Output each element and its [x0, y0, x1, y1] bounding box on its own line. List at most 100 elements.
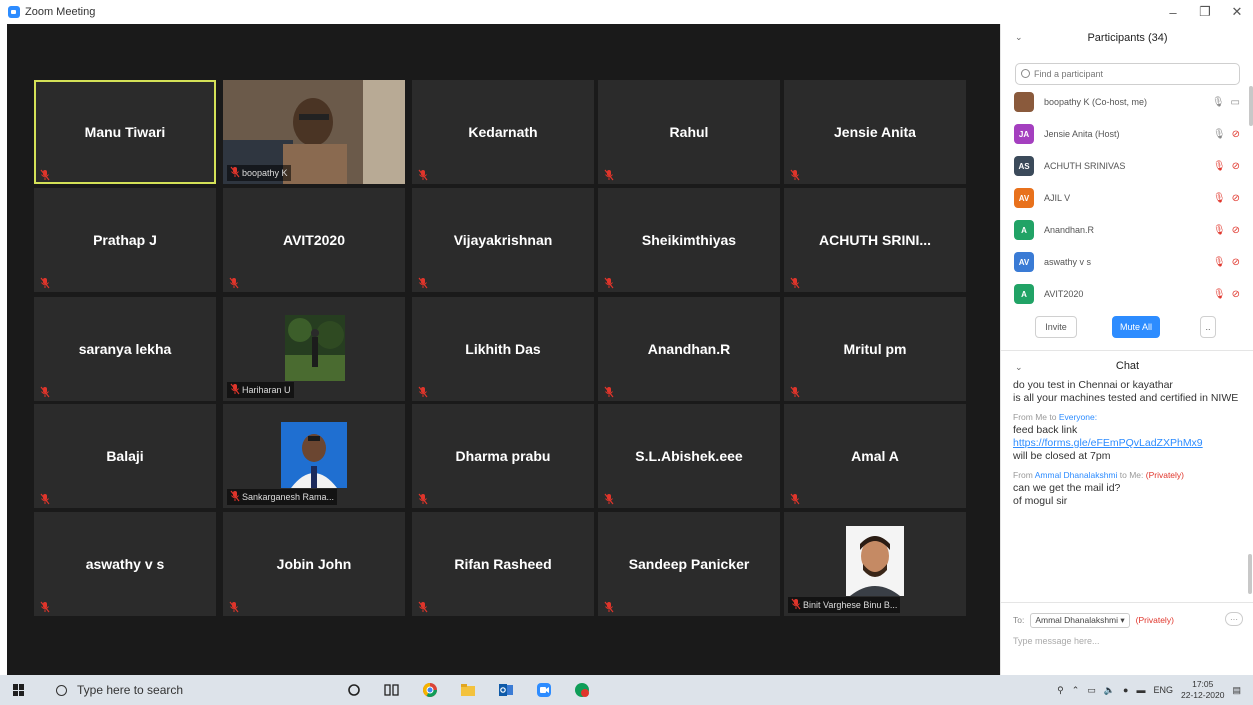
- collapse-participants-icon[interactable]: ⌄: [1015, 32, 1023, 43]
- participant-video-label: boopathy K: [227, 165, 291, 181]
- notifications-icon[interactable]: ▤: [1232, 685, 1241, 696]
- chat-header: ⌄ Chat: [1001, 360, 1253, 372]
- collapse-chat-icon[interactable]: ⌄: [1015, 362, 1023, 373]
- camera-icon[interactable]: ▭: [1231, 97, 1240, 108]
- taskbar-search[interactable]: Type here to search: [44, 675, 284, 705]
- microphone-icon[interactable]: 🎙︎: [1213, 257, 1226, 268]
- file-explorer-icon[interactable]: [449, 675, 487, 705]
- video-tile[interactable]: Kedarnath: [412, 80, 594, 184]
- camera-icon[interactable]: ⊘: [1232, 289, 1240, 300]
- find-participant-placeholder: Find a participant: [1034, 69, 1104, 79]
- participant-name: S.L.Abishek.eee: [635, 448, 743, 464]
- microphone-icon[interactable]: ●: [1123, 685, 1128, 695]
- video-tile[interactable]: Manu Tiwari: [34, 80, 216, 184]
- participant-row[interactable]: JA Jensie Anita (Host) 🎙︎ ⊘: [1001, 118, 1253, 150]
- outlook-icon[interactable]: [487, 675, 525, 705]
- participant-scrollbar[interactable]: [1249, 86, 1253, 126]
- video-tile[interactable]: boopathy K: [223, 80, 405, 184]
- windows-start-icon[interactable]: [13, 684, 25, 696]
- video-tile[interactable]: Sandeep Panicker: [598, 512, 780, 616]
- chat-scrollbar[interactable]: [1248, 554, 1252, 594]
- video-tile[interactable]: Mritul pm: [784, 297, 966, 401]
- chat-divider: [1001, 602, 1253, 603]
- microphone-icon[interactable]: 🎙︎: [1213, 225, 1226, 236]
- panel-divider: [1001, 350, 1253, 351]
- close-button[interactable]: ✕: [1221, 0, 1253, 24]
- volume-icon[interactable]: 🔈: [1104, 685, 1115, 696]
- video-tile[interactable]: Binit Varghese Binu B...: [784, 512, 966, 616]
- video-tile[interactable]: Dharma prabu: [412, 404, 594, 508]
- chat-recipient-row: To: Ammal Dhanalakshmi ▾ (Privately) ···: [1013, 612, 1243, 628]
- avatar: [1014, 92, 1034, 112]
- video-tile[interactable]: saranya lekha: [34, 297, 216, 401]
- participant-status-icons: 🎙︎ ⊘: [1213, 257, 1240, 268]
- video-tile[interactable]: Rahul: [598, 80, 780, 184]
- network-icon[interactable]: ▭: [1087, 685, 1096, 696]
- microphone-icon[interactable]: 🎙︎: [1213, 161, 1226, 172]
- video-tile[interactable]: aswathy v s: [34, 512, 216, 616]
- to-label: To:: [1013, 615, 1025, 625]
- microphone-icon[interactable]: 🎙︎: [1213, 129, 1226, 140]
- microphone-icon[interactable]: 🎙︎: [1213, 193, 1226, 204]
- mic-muted-icon: [604, 492, 614, 505]
- people-icon[interactable]: ⚲: [1057, 685, 1064, 696]
- app-notification-icon[interactable]: [563, 675, 601, 705]
- minimize-button[interactable]: –: [1157, 0, 1189, 24]
- mic-muted-icon: [229, 600, 239, 613]
- find-participant-input[interactable]: Find a participant: [1015, 63, 1240, 85]
- camera-icon[interactable]: ⊘: [1232, 257, 1240, 268]
- avatar: AS: [1014, 156, 1034, 176]
- chat-message: feed back link: [1013, 424, 1078, 436]
- video-tile[interactable]: Balaji: [34, 404, 216, 508]
- video-tile[interactable]: Anandhan.R: [598, 297, 780, 401]
- recipient-select[interactable]: Ammal Dhanalakshmi ▾: [1030, 612, 1130, 628]
- participant-row[interactable]: AV aswathy v s 🎙︎ ⊘: [1001, 246, 1253, 278]
- participant-name: Rifan Rasheed: [454, 556, 552, 572]
- microphone-icon[interactable]: 🎙︎: [1213, 289, 1226, 300]
- participant-row[interactable]: AV AJIL V 🎙︎ ⊘: [1001, 182, 1253, 214]
- camera-icon[interactable]: ⊘: [1232, 161, 1240, 172]
- mute-all-button[interactable]: Mute All: [1112, 316, 1160, 338]
- taskbar-clock[interactable]: 17:05 22-12-2020: [1181, 679, 1224, 701]
- invite-button[interactable]: Invite: [1035, 316, 1077, 338]
- mic-muted-icon: [604, 276, 614, 289]
- language-indicator[interactable]: ENG: [1153, 685, 1173, 695]
- video-tile[interactable]: S.L.Abishek.eee: [598, 404, 780, 508]
- task-view-icon[interactable]: [373, 675, 411, 705]
- mic-muted-icon: [40, 600, 50, 613]
- participant-row[interactable]: A Anandhan.R 🎙︎ ⊘: [1001, 214, 1253, 246]
- camera-icon[interactable]: ⊘: [1232, 129, 1240, 140]
- chat-message: is all your machines tested and certifie…: [1013, 392, 1239, 404]
- participant-row[interactable]: boopathy K (Co-host, me) 🎙︎ ▭: [1001, 86, 1253, 118]
- battery-icon[interactable]: ▬: [1136, 685, 1145, 695]
- chrome-icon[interactable]: [411, 675, 449, 705]
- participant-actions: Invite Mute All ..: [1001, 316, 1253, 340]
- video-tile[interactable]: Rifan Rasheed: [412, 512, 594, 616]
- participant-row[interactable]: AS ACHUTH SRINIVAS 🎙︎ ⊘: [1001, 150, 1253, 182]
- video-tile[interactable]: Sheikimthiyas: [598, 188, 780, 292]
- show-hidden-icons[interactable]: ⌃: [1072, 685, 1080, 696]
- chat-more-button[interactable]: ···: [1225, 612, 1243, 626]
- chat-link[interactable]: https://forms.gle/eFEmPQvLadZXPhMx9: [1013, 437, 1241, 450]
- video-tile[interactable]: Jensie Anita: [784, 80, 966, 184]
- video-tile[interactable]: Jobin John: [223, 512, 405, 616]
- camera-icon[interactable]: ⊘: [1232, 193, 1240, 204]
- camera-icon[interactable]: ⊘: [1232, 225, 1240, 236]
- video-tile[interactable]: Amal A: [784, 404, 966, 508]
- video-tile[interactable]: Prathap J: [34, 188, 216, 292]
- video-tile[interactable]: Hariharan U: [223, 297, 405, 401]
- participant-row[interactable]: A AVIT2020 🎙︎ ⊘: [1001, 278, 1253, 304]
- zoom-app-icon: [8, 6, 20, 18]
- microphone-icon[interactable]: 🎙︎: [1212, 97, 1225, 108]
- zoom-taskbar-icon[interactable]: [525, 675, 563, 705]
- mic-muted-icon: [229, 276, 239, 289]
- video-tile[interactable]: AVIT2020: [223, 188, 405, 292]
- video-tile[interactable]: ACHUTH SRINI...: [784, 188, 966, 292]
- video-tile[interactable]: Likhith Das: [412, 297, 594, 401]
- video-tile[interactable]: Sankarganesh Rama...: [223, 404, 405, 508]
- restore-button[interactable]: ❐: [1189, 0, 1221, 24]
- cortana-icon[interactable]: [335, 675, 373, 705]
- more-options-button[interactable]: ..: [1200, 316, 1216, 338]
- chat-message-input[interactable]: Type message here...: [1013, 636, 1100, 646]
- video-tile[interactable]: Vijayakrishnan: [412, 188, 594, 292]
